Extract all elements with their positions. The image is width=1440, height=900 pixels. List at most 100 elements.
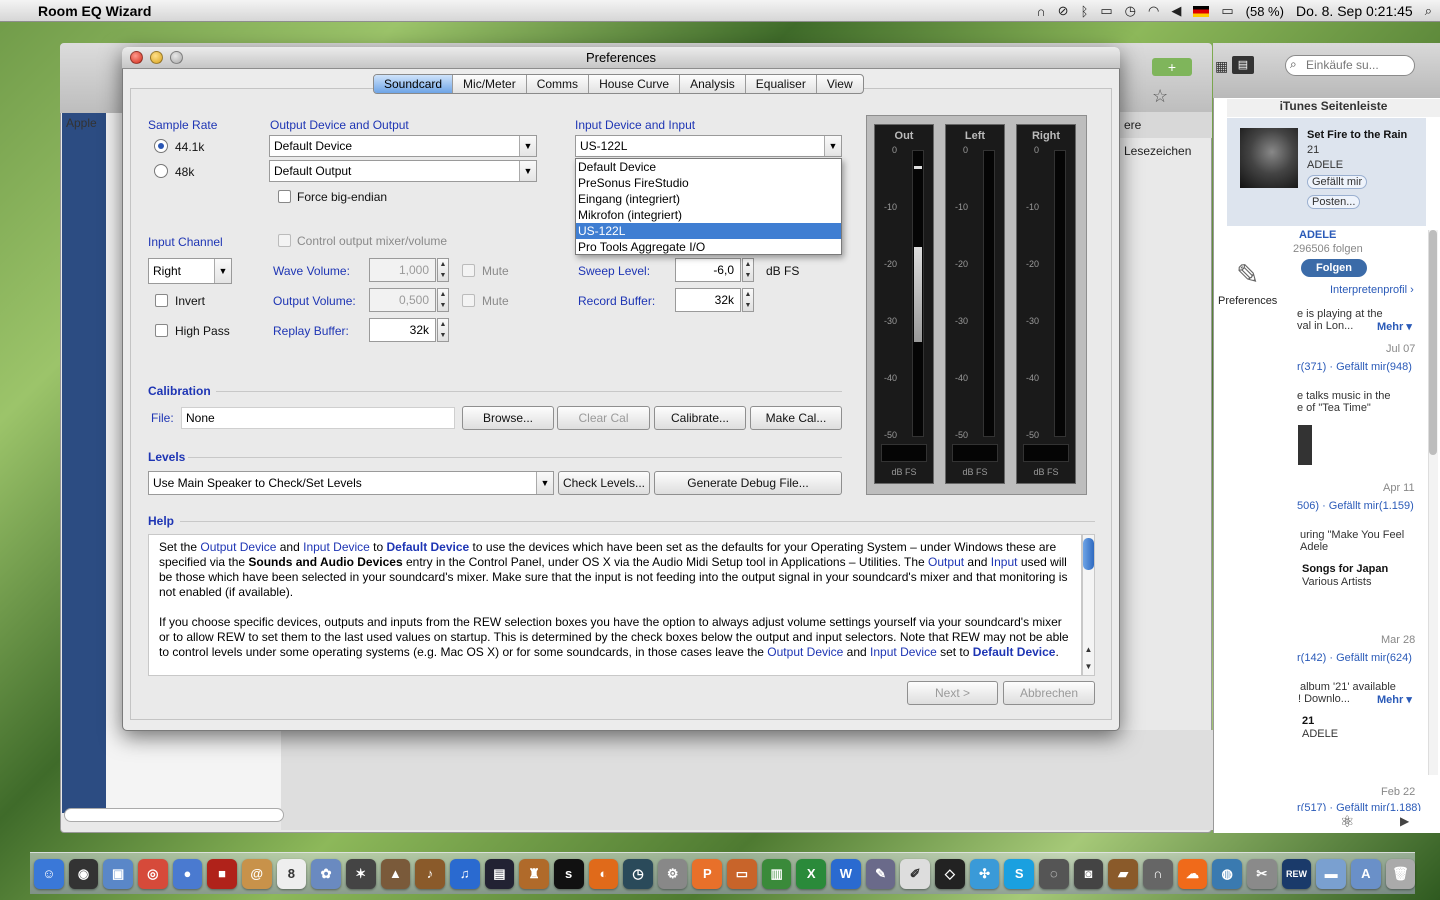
flag-de-icon[interactable] [1193, 5, 1210, 17]
check-levels-button[interactable]: Check Levels... [558, 471, 650, 495]
dropdown-option[interactable]: Pro Tools Aggregate I/O [576, 239, 841, 255]
finder-icon[interactable]: ☺ [34, 858, 64, 889]
atom-icon[interactable]: ⚛ [1340, 812, 1354, 832]
grid-view-icon[interactable]: ▦ [1215, 58, 1228, 75]
artist-profile-link[interactable]: Interpretenprofil › [1330, 284, 1414, 296]
zoom-button[interactable] [170, 51, 183, 64]
feed-stats[interactable]: r(517) · Gefällt mir(1.188) [1297, 802, 1421, 811]
coverflow-view-icon[interactable]: ▤ [1232, 56, 1254, 74]
tab-analysis[interactable]: Analysis [680, 75, 746, 93]
feed-album-title[interactable]: 21 [1302, 715, 1314, 727]
firefox-icon[interactable]: ◐ [588, 858, 619, 889]
utility-icon[interactable]: ✂ [1246, 858, 1277, 889]
keynote-icon[interactable]: ▭ [727, 858, 757, 889]
album-title[interactable]: 21 [1307, 144, 1319, 156]
app-menu-name[interactable]: Room EQ Wizard [38, 3, 151, 19]
record-buffer-field[interactable]: 32k [675, 288, 741, 312]
itunes-search-input[interactable]: Einkäufe su... [1285, 55, 1415, 76]
folder-icon[interactable]: ▬ [1316, 858, 1346, 889]
wifi-icon[interactable]: ◠ [1148, 3, 1159, 19]
output-select[interactable]: Default Output ▼ [269, 160, 537, 182]
sync-icon[interactable]: ⊘ [1058, 3, 1069, 19]
input-device-select[interactable]: US-122L ▼ [575, 135, 842, 157]
wave-volume-stepper[interactable]: ▲ ▼ [437, 258, 449, 282]
background-scrollbar[interactable] [64, 808, 284, 822]
song-title[interactable]: Set Fire to the Rain [1307, 129, 1407, 141]
facetime-icon[interactable]: ● [172, 858, 203, 889]
album-cover[interactable] [1240, 128, 1298, 188]
addressbook-icon[interactable]: @ [241, 858, 272, 889]
feed-stats[interactable]: r(371) · Gefällt mir(948) [1297, 361, 1412, 373]
battery-percent[interactable]: (58 %) [1246, 4, 1284, 19]
instruments-icon[interactable]: ♜ [519, 858, 549, 889]
feed-thumbnail[interactable] [1298, 425, 1312, 465]
high-pass-checkbox[interactable] [155, 324, 168, 337]
tab-soundcard[interactable]: Soundcard [374, 75, 454, 93]
wave-mute-checkbox[interactable] [462, 264, 475, 277]
artist-heading[interactable]: ADELE [1299, 229, 1336, 241]
background-bookmarks-label[interactable]: ere Lesezeichen [1120, 112, 1212, 158]
output-mute-label[interactable]: Mute [482, 294, 509, 308]
calibrate-button[interactable]: Calibrate... [654, 406, 746, 430]
chrome-icon[interactable]: ◎ [137, 858, 168, 889]
invert-label[interactable]: Invert [175, 294, 205, 308]
sample-rate-44-radio[interactable] [154, 139, 168, 153]
sweep-level-field[interactable]: -6,0 [675, 258, 741, 282]
time-machine-icon[interactable]: ◷ [1125, 3, 1136, 19]
more-link[interactable]: Mehr ▾ [1377, 320, 1412, 333]
iphoto2-icon[interactable]: ▲ [380, 858, 411, 889]
spotlight-search-icon[interactable]: ⌕ [1425, 3, 1432, 19]
bluetooth-icon[interactable]: ᛒ [1081, 4, 1089, 19]
control-mixer-label[interactable]: Control output mixer/volume [297, 234, 447, 248]
dropdown-option[interactable]: Default Device [576, 159, 841, 175]
like-button[interactable]: Gefällt mir [1307, 175, 1368, 189]
timemachine-icon[interactable]: ◷ [623, 858, 653, 889]
record-buffer-stepper[interactable]: ▲ ▼ [742, 288, 754, 312]
ical-icon[interactable]: 8 [276, 858, 307, 889]
sample-rate-48-radio[interactable] [154, 164, 168, 178]
preview-icon[interactable]: ▣ [103, 858, 133, 889]
wallet-icon[interactable]: ▰ [1108, 858, 1138, 889]
wave-volume-field[interactable]: 1,000 [369, 258, 436, 282]
unity-icon[interactable]: ◇ [935, 858, 965, 889]
generate-debug-file-button[interactable]: Generate Debug File... [654, 471, 842, 495]
force-big-endian-checkbox[interactable] [278, 190, 291, 203]
itunes-icon[interactable]: ♫ [449, 858, 480, 889]
next-button[interactable]: Next > [907, 681, 998, 705]
artist-name[interactable]: ADELE [1307, 159, 1343, 171]
tab-comms[interactable]: Comms [527, 75, 590, 93]
force-big-endian-label[interactable]: Force big-endian [297, 190, 387, 204]
help-scroll-thumb[interactable] [1083, 538, 1094, 570]
levels-mode-select[interactable]: Use Main Speaker to Check/Set Levels ▼ [148, 471, 554, 495]
camera-icon[interactable]: ◙ [1073, 858, 1104, 889]
output-volume-stepper[interactable]: ▲ ▼ [437, 288, 449, 312]
dropdown-option[interactable]: PreSonus FireStudio [576, 175, 841, 191]
feed-stats[interactable]: r(142) · Gefällt mir(624) [1297, 652, 1412, 664]
systemprefs-icon[interactable]: ⚙ [657, 858, 688, 889]
post-button[interactable]: Posten... [1307, 195, 1361, 209]
make-cal-button[interactable]: Make Cal... [750, 406, 842, 430]
output-device-select[interactable]: Default Device ▼ [269, 135, 537, 157]
feed-stats[interactable]: 506) · Gefällt mir(1.159) [1297, 500, 1414, 512]
dropdown-option[interactable]: Eingang (integriert) [576, 191, 841, 207]
pages-icon[interactable]: P [692, 858, 723, 889]
scroll-down-arrow-icon[interactable]: ▼ [1083, 662, 1094, 671]
sweep-level-stepper[interactable]: ▲ ▼ [742, 258, 754, 282]
output-volume-field[interactable]: 0,500 [369, 288, 436, 312]
scroll-up-arrow-icon[interactable]: ▲ [1083, 645, 1094, 654]
aperture-icon[interactable]: ✶ [345, 858, 376, 889]
numbers-icon[interactable]: ▥ [761, 858, 792, 889]
feed-album-title[interactable]: Songs for Japan [1302, 563, 1388, 575]
control-mixer-checkbox[interactable] [278, 234, 291, 247]
excel-icon[interactable]: X [796, 858, 827, 889]
output-mute-checkbox[interactable] [462, 294, 475, 307]
tab-equaliser[interactable]: Equaliser [746, 75, 817, 93]
clear-cal-button[interactable]: Clear Cal [557, 406, 650, 430]
iphoto-icon[interactable]: ✿ [311, 858, 341, 889]
dropdown-option[interactable]: Mikrofon (integriert) [576, 207, 841, 223]
calibration-file-field[interactable]: None [181, 407, 455, 429]
tab-view[interactable]: View [817, 75, 863, 93]
rew-icon[interactable]: REW [1281, 858, 1312, 889]
script-icon[interactable]: ✎ [865, 858, 896, 889]
more-link[interactable]: Mehr ▾ [1377, 693, 1412, 706]
